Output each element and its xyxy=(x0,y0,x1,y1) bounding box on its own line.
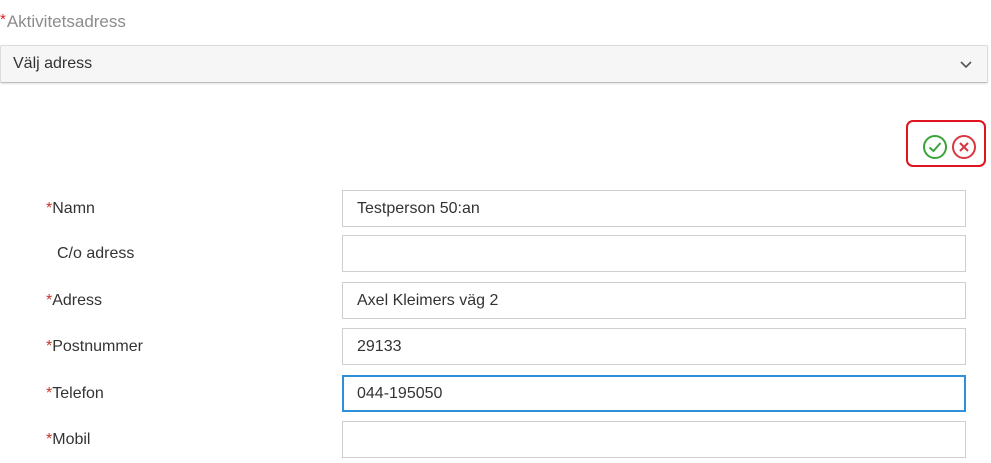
co-adress-input[interactable] xyxy=(342,235,966,272)
section-title: *Aktivitetsadress xyxy=(0,11,126,32)
field-row-telefon: *Telefon xyxy=(0,375,991,413)
check-circle-icon[interactable] xyxy=(922,134,948,160)
close-circle-icon[interactable] xyxy=(951,134,977,160)
field-row-adress: *Adress xyxy=(0,282,991,320)
field-label-text: Telefon xyxy=(52,385,104,402)
field-label: *Telefon xyxy=(46,385,104,403)
action-buttons-highlight xyxy=(906,120,986,167)
field-label: *Postnummer xyxy=(46,338,143,356)
field-label: *Mobil xyxy=(46,431,90,449)
field-label-text: Namn xyxy=(52,200,95,217)
required-marker: * xyxy=(0,11,6,28)
field-label: *Namn xyxy=(46,200,95,218)
section-title-text: Aktivitetsadress xyxy=(6,12,126,31)
address-select-value: Välj adress xyxy=(13,55,93,72)
field-label-text: Postnummer xyxy=(52,338,143,355)
field-row-co-adress: C/o adress xyxy=(0,235,991,273)
field-row-postnummer: *Postnummer xyxy=(0,328,991,366)
address-select[interactable]: Välj adress xyxy=(0,45,988,83)
field-row-mobil: *Mobil xyxy=(0,421,991,459)
mobil-input[interactable] xyxy=(342,421,966,458)
chevron-down-icon xyxy=(960,61,972,69)
field-row-namn: *Namn xyxy=(0,190,991,228)
telefon-input[interactable] xyxy=(342,375,966,412)
field-label: C/o adress xyxy=(57,245,134,263)
field-label-text: Mobil xyxy=(52,431,91,448)
field-label: *Adress xyxy=(46,292,102,310)
activity-address-form: *Aktivitetsadress Välj adress *Namn C/o … xyxy=(0,0,991,463)
field-label-text: C/o adress xyxy=(57,245,135,262)
adress-input[interactable] xyxy=(342,282,966,319)
postnummer-input[interactable] xyxy=(342,328,966,365)
namn-input[interactable] xyxy=(342,190,966,227)
field-label-text: Adress xyxy=(52,292,103,309)
